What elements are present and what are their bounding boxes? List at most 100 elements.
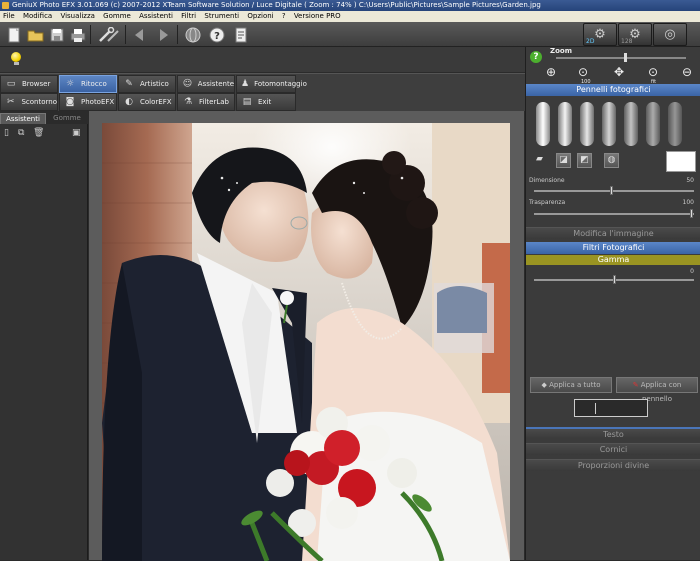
mode-fotomontaggio[interactable]: ♟ Fotomontaggio	[236, 75, 307, 93]
menu-versione-pro[interactable]: Versione PRO	[294, 12, 341, 20]
menu-help[interactable]: ?	[282, 12, 286, 20]
transparency-slider[interactable]	[534, 209, 694, 218]
help-circle-icon[interactable]: ?	[530, 51, 542, 63]
eraser-icon[interactable]: ▰	[532, 153, 547, 168]
forward-arrow-icon[interactable]	[153, 24, 174, 45]
zoom-out-icon[interactable]: ⊖	[680, 65, 694, 79]
mode-ritocco[interactable]: ☼ Ritocco	[59, 75, 117, 93]
zoom-slider-thumb[interactable]	[624, 53, 627, 62]
photo-filters-header[interactable]: Filtri Fotografici	[526, 242, 700, 254]
new-item-icon[interactable]: ▯	[4, 128, 13, 138]
new-file-icon[interactable]	[3, 24, 24, 45]
diamond-icon: ◆	[541, 381, 550, 389]
value-preview-box[interactable]	[574, 399, 648, 417]
brush-preset-1[interactable]	[536, 102, 550, 146]
dimension-label: Dimensione	[529, 177, 565, 184]
menu-gomme[interactable]: Gomme	[103, 12, 131, 20]
brush-shape-2-icon[interactable]: ◩	[577, 153, 592, 168]
mode-colorefx[interactable]: ◐ ColorEFX	[118, 93, 176, 111]
lightbulb-icon[interactable]	[11, 52, 21, 65]
menu-bar: File Modifica Visualizza Gomme Assistent…	[0, 11, 700, 22]
transparency-label: Trasparenza	[529, 199, 566, 206]
back-arrow-icon[interactable]	[128, 24, 149, 45]
wedding-photo	[102, 123, 510, 561]
text-header[interactable]: Testo	[526, 427, 700, 439]
view-mode-3d-button[interactable]: ⚙ 128	[618, 23, 652, 46]
menu-strumenti[interactable]: Strumenti	[204, 12, 239, 20]
scissors-icon: ✂	[6, 97, 15, 107]
mode-photoefx[interactable]: ◙ PhotoEFX	[59, 93, 117, 111]
transparency-value: 100	[682, 199, 694, 206]
gamma-slider-thumb[interactable]	[613, 275, 616, 284]
print-icon[interactable]	[67, 24, 88, 45]
brush-preset-2[interactable]	[558, 102, 572, 146]
menu-modifica[interactable]: Modifica	[23, 12, 52, 20]
menu-visualizza[interactable]: Visualizza	[60, 12, 94, 20]
divine-proportions-header[interactable]: Proporzioni divine	[526, 459, 700, 471]
brush-preset-6[interactable]	[646, 102, 660, 146]
image-canvas[interactable]	[89, 111, 524, 561]
brush-shape-3-icon[interactable]: ◍	[604, 153, 619, 168]
zoom-fit-icon[interactable]: ⊙ fit	[646, 65, 660, 85]
people-icon: ♟	[241, 79, 250, 89]
gamma-slider[interactable]	[534, 275, 694, 284]
brush-preset-4[interactable]	[602, 102, 616, 146]
app-icon	[2, 2, 9, 9]
right-panel: ? Zoom ⊕ ⊙ 100 ✥ ⊙ fit ⊖ Pennelli fotograf…	[525, 47, 700, 560]
folder-icon: ▭	[6, 79, 16, 89]
hint-strip	[0, 47, 525, 72]
copy-icon[interactable]: ⧉	[18, 128, 27, 138]
dimension-slider-thumb[interactable]	[610, 186, 613, 195]
gamma-header[interactable]: Gamma	[526, 255, 700, 265]
pan-move-icon[interactable]: ✥	[612, 65, 626, 79]
gamma-value: 0	[690, 268, 694, 275]
document-info-icon[interactable]	[230, 24, 251, 45]
view-mode-2d-button[interactable]: ⚙ 2D	[583, 23, 617, 46]
mode-assistente[interactable]: ☺ Assistente	[177, 75, 235, 93]
mode-browser[interactable]: ▭ Browser	[0, 75, 58, 93]
menu-filtri[interactable]: Filtri	[181, 12, 196, 20]
trash-icon[interactable]: 🗑	[33, 128, 44, 138]
export-icon[interactable]: ▣	[72, 128, 81, 138]
tools-icon[interactable]	[96, 24, 122, 45]
brush-preset-5[interactable]	[624, 102, 638, 146]
zoom-in-icon[interactable]: ⊕	[544, 65, 558, 79]
brushes-header[interactable]: Pennelli fotografici	[526, 84, 700, 96]
sun-icon: ☼	[65, 79, 75, 89]
camera-icon: ◙	[65, 97, 75, 107]
mode-scontorno[interactable]: ✂ Scontorno	[0, 93, 58, 111]
brush-icon: ✎	[125, 79, 133, 89]
globe-icon[interactable]	[182, 24, 203, 45]
save-icon[interactable]	[46, 24, 67, 45]
mode-filterlab[interactable]: ⚗ FilterLab	[177, 93, 235, 111]
zoom-100-icon[interactable]: ⊙ 100	[576, 65, 591, 85]
apply-to-all-button[interactable]: ◆ Applica a tutto	[530, 377, 612, 393]
main-toolbar: ? ⚙ 2D ⚙ 128 ◎	[0, 22, 700, 47]
mode-exit[interactable]: ▤ Exit	[236, 93, 296, 111]
apply-with-brush-button[interactable]: ✎ Applica con pennello	[616, 377, 698, 403]
frames-header[interactable]: Cornici	[526, 443, 700, 455]
open-folder-icon[interactable]	[25, 24, 46, 45]
mode-artistico[interactable]: ✎ Artistico	[118, 75, 176, 93]
menu-opzioni[interactable]: Opzioni	[247, 12, 273, 20]
left-tabs: Assistenti Gomme	[0, 113, 86, 124]
brush-preset-7[interactable]	[668, 102, 682, 146]
help-icon[interactable]: ?	[206, 24, 227, 45]
svg-text:?: ?	[214, 31, 220, 42]
dimension-slider[interactable]	[534, 186, 694, 195]
transparency-slider-thumb[interactable]	[690, 209, 693, 218]
tab-gomme[interactable]: Gomme	[48, 113, 86, 124]
mode-bar: ▭ Browser ☼ Ritocco ✎ Artistico ☺ Assistente…	[0, 73, 525, 111]
zoom-slider[interactable]	[556, 53, 686, 62]
menu-assistenti[interactable]: Assistenti	[139, 12, 173, 20]
exit-icon: ▤	[242, 97, 252, 107]
brush-preset-3[interactable]	[580, 102, 594, 146]
brush-color-swatch[interactable]	[666, 151, 696, 172]
menu-file[interactable]: File	[3, 12, 15, 20]
tab-assistenti[interactable]: Assistenti	[0, 113, 46, 124]
brush-red-icon: ✎	[632, 381, 641, 389]
brush-presets	[526, 97, 700, 153]
dial-button[interactable]: ◎	[653, 23, 687, 46]
modify-image-header[interactable]: Modifica l'immagine	[526, 227, 700, 239]
brush-shape-1-icon[interactable]: ◪	[556, 153, 571, 168]
